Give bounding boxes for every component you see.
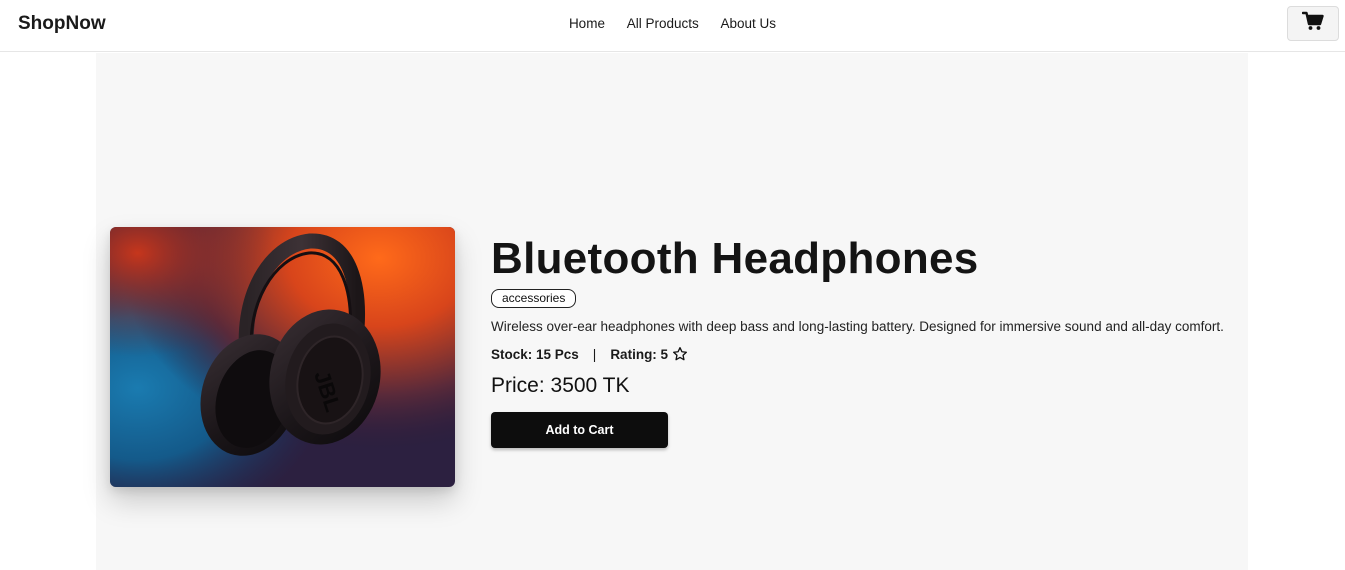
product-meta: Stock: 15 Pcs | Rating: 5: [491, 346, 1231, 362]
star-outline-icon: [672, 346, 688, 362]
nav-links: Home All Products About Us: [0, 16, 1345, 31]
product-detail-section: JBL Bluetooth Headphones accessories Wir…: [96, 53, 1248, 570]
nav-link-all-products[interactable]: All Products: [627, 16, 699, 31]
category-badge: accessories: [491, 289, 577, 308]
nav-link-about-us[interactable]: About Us: [721, 16, 777, 31]
rating-text: Rating: 5: [610, 346, 669, 362]
product-price: Price: 3500 TK: [491, 374, 630, 397]
product-image: JBL: [110, 227, 455, 487]
product-description: Wireless over-ear headphones with deep b…: [491, 319, 1224, 334]
product-title: Bluetooth Headphones: [491, 234, 979, 283]
shopping-cart-icon: [1301, 11, 1324, 36]
cart-button[interactable]: [1287, 6, 1339, 41]
stock-text: Stock: 15 Pcs: [491, 346, 579, 362]
nav-link-home[interactable]: Home: [569, 16, 605, 31]
add-to-cart-button[interactable]: Add to Cart: [491, 412, 668, 448]
top-navbar: ShopNow Home All Products About Us: [0, 0, 1345, 52]
product-details: Bluetooth Headphones accessories Wireles…: [491, 233, 1231, 448]
meta-separator: |: [592, 346, 597, 362]
